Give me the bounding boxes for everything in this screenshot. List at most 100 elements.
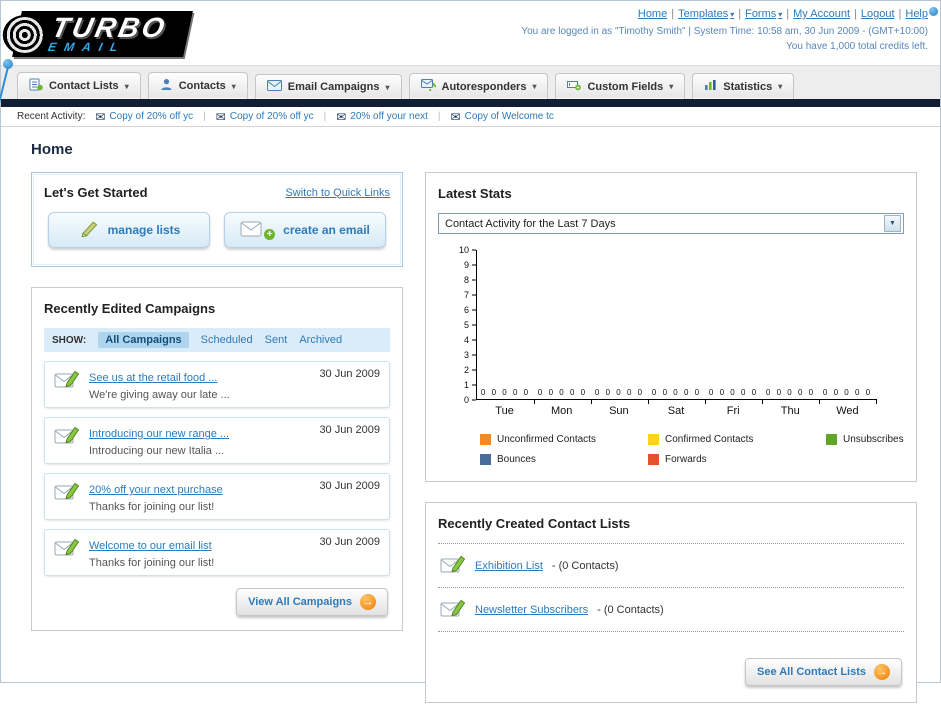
bar-value-labels: 0 0 0 0 0 — [708, 388, 759, 397]
campaign-subtitle: Thanks for joining our list! — [89, 501, 215, 513]
legend-item-confirmed-contacts: Confirmed Contacts — [648, 434, 826, 445]
campaign-date: 30 Jun 2009 — [319, 480, 380, 492]
top-links: Home | Templates ▾ | Forms ▾ | My Account | Logout… — [521, 7, 928, 22]
campaign-filter-sent[interactable]: Sent — [265, 334, 288, 346]
legend-label: Unconfirmed Contacts — [497, 434, 596, 445]
campaign-row[interactable]: See us at the retail food ... We're givin… — [44, 361, 390, 408]
contacts-icon — [160, 78, 173, 94]
logo-swirl-icon — [2, 15, 47, 55]
y-tick-label: 1 — [463, 380, 469, 390]
campaign-list: See us at the retail food ... We're givin… — [44, 361, 390, 576]
nav-tab-label: Contact Lists — [49, 80, 119, 92]
chart-y-axis: 10 9 8 7 6 5 4 3 2 1 0 — [448, 245, 476, 405]
manage-lists-button[interactable]: manage lists — [48, 212, 210, 248]
chevron-down-icon: ▾ — [124, 81, 129, 91]
logo-block: TURBO EMAIL — [2, 11, 193, 57]
envelope-icon: ✉ — [450, 109, 461, 124]
stats-period-value: Contact Activity for the Last 7 Days — [445, 217, 616, 230]
top-link-home[interactable]: Home — [638, 8, 667, 20]
top-link-my-account[interactable]: My Account — [793, 8, 850, 20]
contact-list-row[interactable]: Exhibition List - (0 Contacts) — [438, 543, 904, 587]
bar-group-tue: 0 0 0 0 0 — [477, 250, 535, 404]
recent-contact-lists-title: Recently Created Contact Lists — [438, 516, 631, 531]
legend-label: Confirmed Contacts — [665, 434, 754, 445]
nav-tab-autoresponders[interactable]: Autoresponders ▾ — [408, 73, 549, 99]
campaign-title-link[interactable]: See us at the retail food ... — [89, 372, 217, 384]
nav-tab-email-campaigns[interactable]: Email Campaigns ▾ — [254, 74, 402, 99]
campaign-title-link[interactable]: Introducing our new range ... — [89, 428, 229, 440]
x-tick-label: Sat — [667, 405, 685, 417]
nav-tab-label: Contacts — [178, 80, 226, 92]
campaign-filter-scheduled[interactable]: Scheduled — [201, 334, 253, 346]
chevron-down-icon: ▾ — [231, 81, 236, 91]
see-all-contact-lists-button[interactable]: See All Contact Lists → — [744, 658, 902, 686]
chart-legend: Unconfirmed Contacts Confirmed Contacts Un… — [480, 434, 904, 465]
create-email-button[interactable]: + create an email — [224, 212, 386, 248]
campaign-row[interactable]: 20% off your next purchase Thanks for joi… — [44, 473, 390, 520]
nav-tab-contacts[interactable]: Contacts ▾ — [147, 72, 248, 99]
chart-x-axis: Tue Mon Sun Sat Fri Thu Wed — [476, 400, 876, 420]
envelope-pencil-icon — [440, 553, 466, 578]
envelope-icon: ✉ — [95, 109, 106, 124]
recent-activity-item[interactable]: ✉ Copy of 20% off yc — [215, 109, 314, 124]
campaign-row[interactable]: Introducing our new range ... Introducing… — [44, 417, 390, 464]
contact-lists-icon — [29, 78, 43, 94]
manage-lists-label: manage lists — [107, 223, 181, 237]
main-content: Home Let's Get Started Switch to Quick L… — [1, 127, 940, 723]
arrow-right-icon: → — [874, 664, 890, 680]
envelope-icon: ✉ — [215, 109, 226, 124]
see-all-contact-lists-label: See All Contact Lists — [756, 666, 866, 678]
y-tick-label: 5 — [463, 320, 469, 330]
link-separator: | — [854, 8, 857, 20]
contact-list-row[interactable]: Newsletter Subscribers - (0 Contacts) — [438, 587, 904, 631]
x-tick-label: Fri — [726, 405, 740, 417]
show-label: SHOW: — [52, 334, 87, 346]
contact-list-link[interactable]: Exhibition List — [475, 560, 543, 572]
campaigns-filter-tabs: SHOW: All Campaigns Scheduled Sent Archived — [44, 328, 390, 352]
main-nav: Contact Lists ▾ Contacts ▾ Email Campaigns ▾ A… — [1, 65, 940, 99]
contact-list-link[interactable]: Newsletter Subscribers — [475, 604, 588, 616]
x-tick-label: Mon — [551, 405, 573, 417]
arrow-right-icon: → — [360, 594, 376, 610]
nav-tab-statistics[interactable]: Statistics ▾ — [692, 73, 795, 99]
contact-list-items: Exhibition List - (0 Contacts) Newsletter … — [438, 543, 904, 632]
chevron-down-icon: ▼ — [884, 215, 901, 232]
view-all-campaigns-label: View All Campaigns — [248, 596, 352, 608]
top-link-templates[interactable]: Templates ▾ — [678, 8, 734, 20]
campaign-filter-all-campaigns[interactable]: All Campaigns — [98, 332, 189, 348]
campaign-date: 30 Jun 2009 — [319, 536, 380, 548]
app-logo[interactable]: TURBO EMAIL — [2, 5, 193, 63]
stats-period-dropdown[interactable]: Contact Activity for the Last 7 Days ▼ — [438, 213, 904, 234]
campaign-row[interactable]: Welcome to our email list Thanks for join… — [44, 529, 390, 576]
view-all-campaigns-button[interactable]: View All Campaigns → — [236, 588, 388, 616]
chart-plot-area: 0 0 0 0 0 0 0 0 0 0 0 0 0 0 0 0 0 0 0 0 0 0 … — [476, 250, 877, 404]
x-tick-mark — [876, 399, 877, 404]
link-separator: | — [738, 8, 742, 20]
top-link-forms[interactable]: Forms ▾ — [745, 8, 782, 20]
nav-tab-custom-fields[interactable]: Custom Fields ▾ — [555, 73, 686, 99]
campaign-title-link[interactable]: 20% off your next purchase — [89, 484, 223, 496]
switch-quick-links[interactable]: Switch to Quick Links — [285, 187, 390, 199]
top-link-logout[interactable]: Logout — [861, 8, 895, 20]
bar-value-labels: 0 0 0 0 0 — [822, 388, 873, 397]
email-campaigns-icon — [266, 80, 282, 94]
x-tick-mark — [591, 399, 592, 404]
y-tick-label: 6 — [463, 305, 469, 315]
recent-activity-item[interactable]: ✉ Copy of 20% off yc — [95, 109, 193, 124]
campaign-filter-archived[interactable]: Archived — [299, 334, 342, 346]
legend-label: Forwards — [665, 454, 707, 465]
nav-tab-contact-lists[interactable]: Contact Lists ▾ — [17, 72, 141, 99]
link-separator: | — [786, 8, 790, 20]
recent-activity-label: Recent Activity: — [17, 111, 86, 122]
x-tick-mark — [705, 399, 706, 404]
recent-activity-item[interactable]: ✉ Copy of Welcome tc — [450, 109, 554, 124]
credits-info: You have 1,000 total credits left. — [786, 41, 928, 52]
link-separator: | — [671, 8, 675, 20]
chevron-down-icon: ▾ — [778, 82, 783, 91]
x-tick-mark — [819, 399, 820, 404]
recent-activity-item[interactable]: ✉ 20% off your next — [336, 111, 428, 123]
top-link-help[interactable]: Help — [905, 8, 928, 20]
x-tick-mark — [762, 399, 763, 404]
bar-value-labels: 0 0 0 0 0 — [537, 388, 588, 397]
campaign-title-link[interactable]: Welcome to our email list — [89, 540, 212, 552]
